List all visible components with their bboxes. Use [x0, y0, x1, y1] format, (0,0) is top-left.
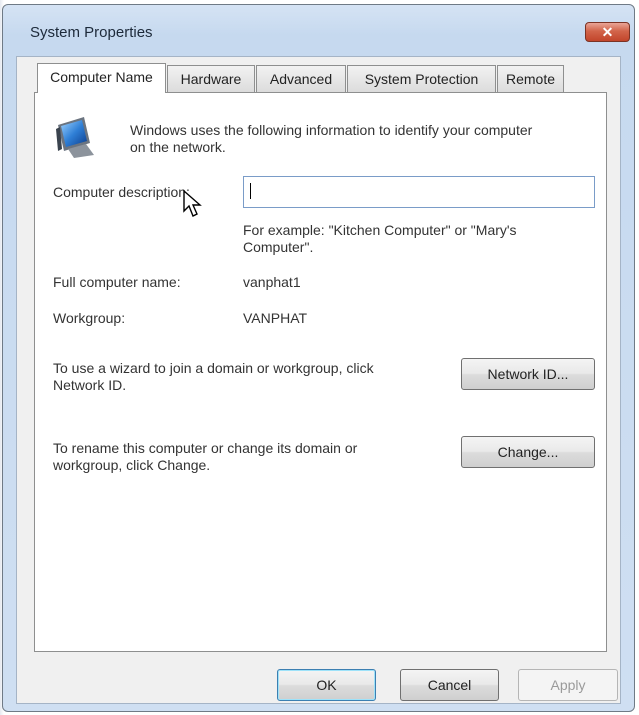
workgroup-value: VANPHAT — [243, 310, 308, 326]
text-caret — [250, 183, 251, 199]
tab-system-protection[interactable]: System Protection — [347, 65, 496, 92]
network-id-instructions-line1: To use a wizard to join a domain or work… — [53, 360, 374, 376]
window-title: System Properties — [30, 24, 153, 41]
tab-computer-name[interactable]: Computer Name — [37, 63, 166, 93]
apply-button[interactable]: Apply — [518, 669, 618, 701]
network-id-button[interactable]: Network ID... — [461, 358, 595, 390]
cancel-button[interactable]: Cancel — [400, 669, 499, 701]
mouse-pointer-icon — [183, 189, 202, 217]
intro-text-line1: Windows uses the following information t… — [130, 122, 533, 138]
close-icon: ✕ — [601, 24, 614, 40]
tab-remote[interactable]: Remote — [497, 65, 564, 92]
close-button[interactable]: ✕ — [585, 22, 630, 42]
example-text-line2: Computer". — [243, 239, 314, 255]
workgroup-label: Workgroup: — [53, 310, 126, 326]
rename-instructions-line2: workgroup, click Change. — [53, 457, 211, 473]
full-computer-name-value: vanphat1 — [243, 274, 301, 290]
computer-description-label: Computer description: — [53, 184, 190, 200]
change-button[interactable]: Change... — [461, 436, 595, 468]
intro-text-line2: on the network. — [130, 139, 226, 155]
computer-description-input[interactable] — [243, 176, 595, 208]
ok-button[interactable]: OK — [277, 669, 376, 701]
tab-advanced[interactable]: Advanced — [256, 65, 346, 92]
full-computer-name-label: Full computer name: — [53, 274, 181, 290]
tab-hardware[interactable]: Hardware — [167, 65, 255, 92]
example-text-line1: For example: "Kitchen Computer" or "Mary… — [243, 222, 517, 238]
rename-instructions-line1: To rename this computer or change its do… — [53, 440, 358, 456]
network-id-instructions-line2: Network ID. — [53, 377, 127, 393]
computer-monitor-icon — [56, 117, 94, 158]
